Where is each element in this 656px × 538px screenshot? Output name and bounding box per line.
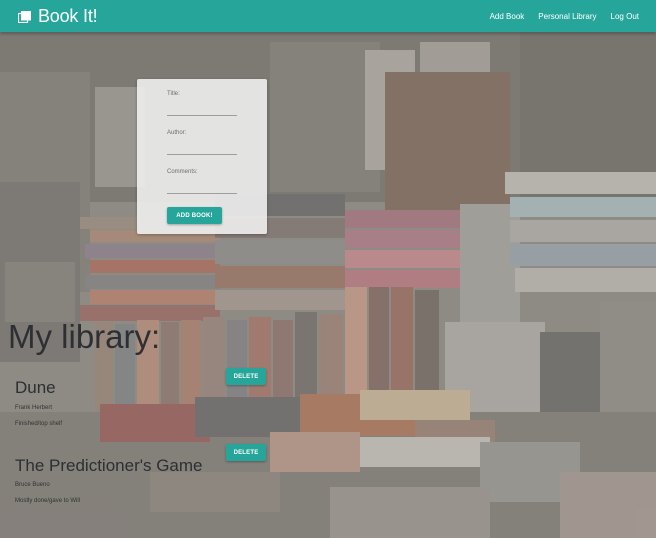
book-stack-icon <box>17 10 31 24</box>
nav-log-out[interactable]: Log Out <box>611 12 639 21</box>
nav-personal-library[interactable]: Personal Library <box>538 12 596 21</box>
add-book-form: Title: Author: Comments: Add Book! <box>137 79 267 234</box>
title-input[interactable] <box>167 115 237 116</box>
book-title: Dune <box>15 378 56 397</box>
book-author: Frank Herbert <box>15 405 53 411</box>
author-input[interactable] <box>167 154 237 155</box>
delete-button[interactable]: Delete <box>226 368 266 385</box>
author-label: Author: <box>167 130 187 136</box>
book-author: Bruce Bueno <box>15 482 50 488</box>
book-title: The Predictioner's Game <box>15 456 203 475</box>
brand-name: Book It! <box>38 5 98 26</box>
book-comments: Mostly done/gave to Will <box>15 498 81 504</box>
delete-button[interactable]: Delete <box>226 444 266 461</box>
nav-add-book[interactable]: Add Book <box>490 12 525 21</box>
comments-input[interactable] <box>167 193 237 194</box>
book-comments: Finished/top shelf <box>15 421 63 427</box>
navbar: Book It! Add Book Personal Library Log O… <box>0 0 656 32</box>
library-heading: My library: <box>8 318 161 355</box>
comments-label: Comments: <box>167 169 198 175</box>
title-label: Title: <box>167 91 180 97</box>
nav-links: Add Book Personal Library Log Out <box>476 0 639 32</box>
add-book-button[interactable]: Add Book! <box>167 207 222 224</box>
brand-logo[interactable]: Book It! <box>17 5 98 27</box>
